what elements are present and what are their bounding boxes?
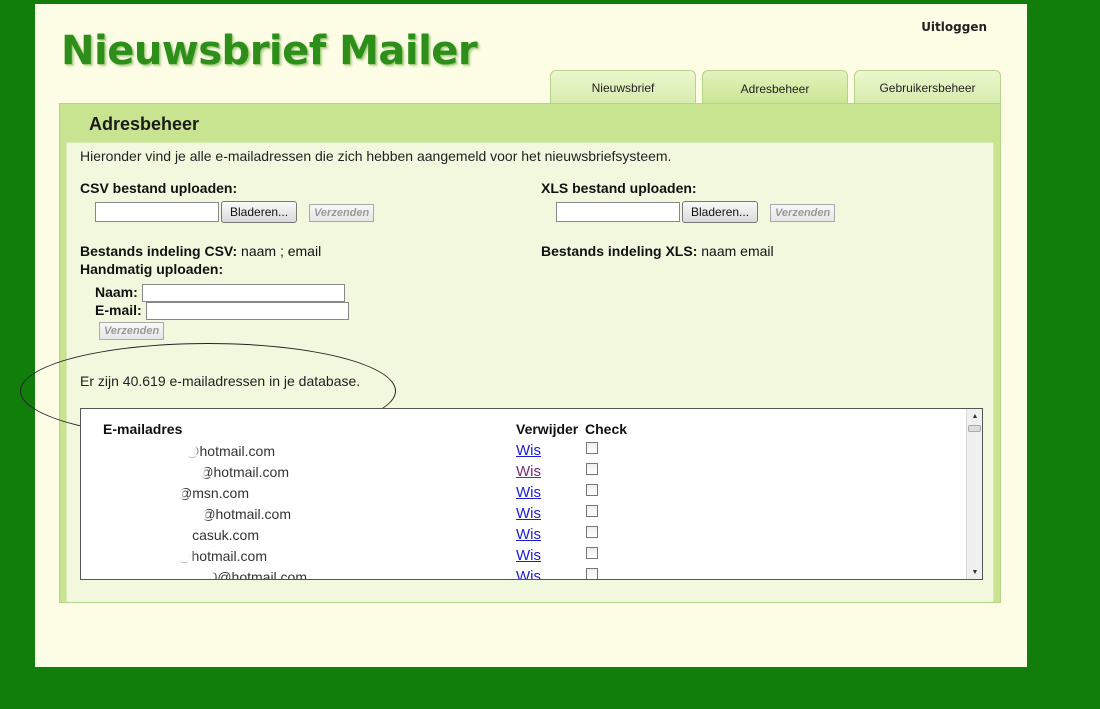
panel-title: Adresbeheer (89, 114, 200, 134)
table-row: @hotmail.com Wis (81, 441, 961, 462)
delete-link[interactable]: Wis (516, 463, 541, 480)
redaction-mark (97, 488, 180, 497)
redaction-mark (97, 572, 211, 579)
app-logo: Nieuwsbrief Mailer (61, 28, 478, 74)
delete-link[interactable]: Wis (516, 442, 541, 459)
redaction-mark (97, 530, 185, 539)
tab-gebruikersbeheer[interactable]: Gebruikersbeheer (854, 70, 1001, 104)
intro-text: Hieronder vind je alle e-mailadressen di… (80, 148, 672, 164)
csv-format-value: naam ; email (237, 243, 322, 259)
column-header-email: E-mailadres (103, 421, 183, 437)
redaction-mark (97, 446, 194, 455)
row-checkbox[interactable] (586, 442, 598, 454)
row-checkbox[interactable] (586, 505, 598, 517)
content-panel: Adresbeheer Hieronder vind je alle e-mai… (20, 103, 1001, 603)
scroll-down-icon[interactable]: ▼ (967, 565, 982, 579)
xls-browse-button[interactable]: Bladeren... (682, 201, 759, 223)
delete-link[interactable]: Wis (516, 547, 541, 564)
scroll-thumb[interactable] (968, 425, 981, 432)
manual-upload-label: Handmatig uploaden: (80, 261, 224, 277)
name-label: Naam: (95, 284, 138, 300)
csv-format: Bestands indeling CSV: naam ; email (80, 243, 321, 259)
logout-link[interactable]: Uitloggen (921, 20, 987, 34)
row-checkbox[interactable] (586, 547, 598, 559)
address-list[interactable]: E-mailadres Verwijder Check @hotmail.com… (80, 408, 983, 580)
panel-body: Hieronder vind je alle e-mailadressen di… (20, 142, 994, 602)
tab-nieuwsbrief[interactable]: Nieuwsbrief (550, 70, 696, 104)
xls-format-value: naam email (697, 243, 774, 259)
scrollbar[interactable]: ▲ ▼ (966, 409, 982, 579)
xls-file-input[interactable] (556, 202, 680, 222)
csv-submit-button[interactable]: Verzenden (309, 204, 375, 222)
name-input[interactable] (142, 284, 345, 302)
delete-link[interactable]: Wis (516, 484, 541, 501)
manual-submit-button[interactable]: Verzenden (99, 322, 165, 340)
csv-format-label: Bestands indeling CSV: (80, 243, 238, 259)
xls-format: Bestands indeling XLS: naam email (541, 243, 774, 259)
delete-link[interactable]: Wis (516, 568, 541, 579)
xls-submit-button[interactable]: Verzenden (770, 204, 836, 222)
row-checkbox[interactable] (586, 484, 598, 496)
scroll-up-icon[interactable]: ▲ (967, 409, 982, 423)
table-row: @hotmail.com Wis (81, 546, 961, 567)
address-count: Er zijn 40.619 e-mailadressen in je data… (80, 373, 361, 389)
delete-link[interactable]: Wis (516, 526, 541, 543)
table-row: @msn.com Wis (81, 483, 961, 504)
csv-browse-button[interactable]: Bladeren... (221, 201, 298, 223)
row-checkbox[interactable] (586, 568, 598, 579)
xls-upload-label: XLS bestand uploaden: (541, 180, 697, 196)
xls-format-label: Bestands indeling XLS: (541, 243, 698, 259)
tab-adresbeheer[interactable]: Adresbeheer (702, 70, 848, 106)
email-input[interactable] (146, 302, 349, 320)
redaction-mark (97, 551, 189, 560)
table-row: 0700@hotmail.com Wis (81, 567, 961, 579)
row-checkbox[interactable] (586, 526, 598, 538)
csv-file-input[interactable] (95, 202, 219, 222)
email-label: E-mail: (95, 302, 142, 318)
column-header-delete: Verwijder (516, 421, 579, 437)
table-row: casuk.com Wis (81, 525, 961, 546)
redaction-mark (97, 467, 202, 476)
row-checkbox[interactable] (586, 463, 598, 475)
table-row: @hotmail.com Wis (81, 504, 961, 525)
page: Uitloggen Nieuwsbrief Mailer Nieuwsbrief… (20, 4, 1027, 667)
table-row: @hotmail.com Wis (81, 462, 961, 483)
redaction-mark (97, 509, 203, 518)
csv-upload-label: CSV bestand uploaden: (80, 180, 238, 196)
delete-link[interactable]: Wis (516, 505, 541, 522)
column-header-check: Check (585, 421, 628, 437)
